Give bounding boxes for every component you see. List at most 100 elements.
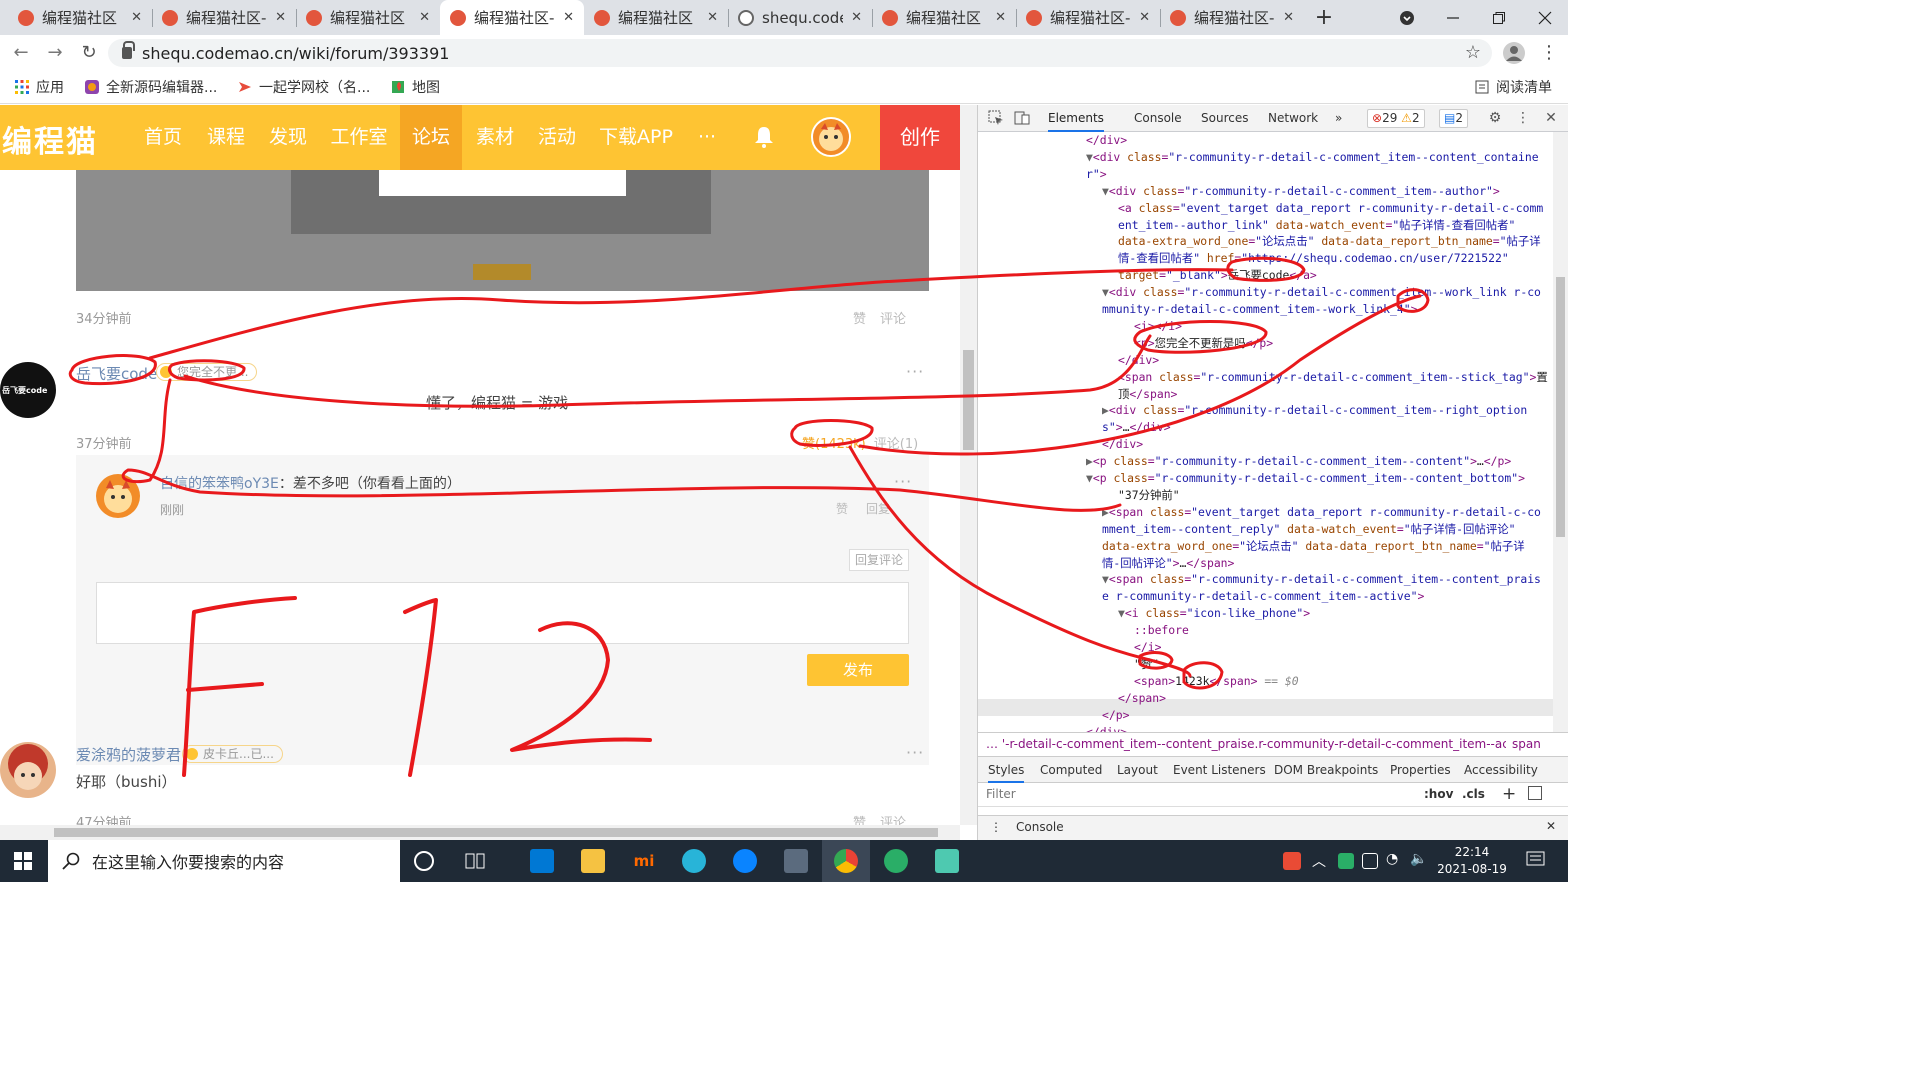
close-tab-icon[interactable]: ✕ — [707, 10, 718, 25]
nav-item[interactable]: 论坛 — [400, 105, 462, 170]
profile-avatar-icon[interactable] — [1503, 42, 1525, 64]
tab-search-icon[interactable] — [1384, 0, 1430, 35]
tray-expand-icon[interactable]: ︿ — [1312, 851, 1326, 871]
dom-node-line[interactable]: ::before — [1134, 622, 1189, 639]
close-tab-icon[interactable]: ✕ — [851, 10, 862, 25]
horizontal-scrollbar[interactable] — [0, 825, 960, 840]
filter-input[interactable]: Filter — [986, 787, 1016, 801]
more-options-icon[interactable]: ··· — [906, 743, 924, 762]
taskbar-search[interactable]: 在这里输入你要搜索的内容 — [48, 840, 400, 882]
reply-username[interactable]: 自信的笨笨鸭oY3E — [160, 476, 279, 492]
dom-node-line[interactable]: </div> — [1118, 352, 1159, 369]
minimize-icon[interactable] — [1430, 0, 1476, 35]
commenter-avatar[interactable]: 岳飞要code — [0, 362, 56, 418]
dom-node-line[interactable]: ▼<div class="r-community-r-detail-c-comm… — [1102, 284, 1541, 301]
dom-node-line[interactable]: ▶<span class="event_target data_report r… — [1102, 504, 1541, 521]
messages-counter[interactable]: ▤2 — [1439, 109, 1468, 128]
dom-node-line[interactable]: <span>1423k</span> == $0 — [1134, 673, 1299, 690]
user-avatar[interactable] — [811, 117, 851, 157]
bookmark-online-school[interactable]: 一起学网校（名... — [237, 77, 370, 97]
browser-tab[interactable]: 编程猫社区- ✕ — [1016, 0, 1160, 35]
like-button-active[interactable]: 赞(1423k) — [802, 433, 866, 452]
reload-icon[interactable]: ↻ — [78, 42, 100, 64]
close-drawer-icon[interactable]: ✕ — [1546, 819, 1556, 833]
dom-node-line[interactable]: "37分钟前" — [1118, 487, 1180, 504]
close-window-icon[interactable] — [1522, 0, 1568, 35]
styles-subtab[interactable]: Properties — [1390, 757, 1451, 783]
cortana-icon[interactable] — [414, 851, 434, 871]
scroll-thumb[interactable] — [963, 350, 974, 450]
dom-node-line[interactable]: mmunity-r-detail-c-comment_item--work_li… — [1102, 301, 1417, 318]
dom-node-line[interactable]: ▼<i class="icon-like_phone"> — [1118, 605, 1310, 622]
reply-reply-button[interactable]: 回复 — [866, 500, 890, 517]
close-tab-icon[interactable]: ✕ — [1283, 10, 1294, 25]
comment-username[interactable]: 爱涂鸦的菠萝君 — [76, 744, 181, 765]
nav-item[interactable]: 课程 — [203, 105, 249, 170]
browser-tab[interactable]: 编程猫社区- ✕ — [440, 0, 584, 35]
issues-counter[interactable]: ⊗29 ⚠2 — [1367, 109, 1425, 128]
chrome-icon[interactable] — [834, 849, 858, 873]
dom-node-line[interactable]: ▼<p class="r-community-r-detail-c-commen… — [1086, 470, 1525, 487]
dom-node-line[interactable]: s">…</div> — [1102, 419, 1171, 436]
close-devtools-icon[interactable]: ✕ — [1543, 110, 1559, 126]
browser-tab[interactable]: shequ.code ✕ — [728, 0, 872, 35]
dom-node-line[interactable]: <a class="event_target data_report r-com… — [1118, 200, 1543, 217]
dom-node-line[interactable]: ent_item--author_link" data-watch_event=… — [1118, 217, 1515, 234]
styles-subtab[interactable]: Event Listeners — [1173, 757, 1266, 783]
dom-node-line[interactable]: 情-查看回帖者" href="https://shequ.codemao.cn/… — [1118, 250, 1509, 267]
tray-app-icon[interactable] — [1283, 852, 1301, 870]
nav-item[interactable]: 首页 — [140, 105, 186, 170]
dom-node-line[interactable]: ▶<div class="r-community-r-detail-c-comm… — [1102, 402, 1527, 419]
styles-subtab[interactable]: Layout — [1117, 757, 1158, 783]
bell-icon[interactable] — [752, 125, 776, 149]
close-tab-icon[interactable]: ✕ — [419, 10, 430, 25]
reply-comment-button[interactable]: 回复评论 — [849, 549, 909, 571]
dom-node-line[interactable]: ▶<p class="r-community-r-detail-c-commen… — [1086, 453, 1511, 470]
media-player-icon[interactable] — [682, 849, 706, 873]
reply-more-icon[interactable]: ··· — [894, 472, 912, 491]
browser-tab[interactable]: 编程猫社区 ✕ — [296, 0, 440, 35]
reply-textarea[interactable] — [96, 582, 909, 644]
page-vertical-scrollbar[interactable] — [960, 105, 977, 825]
devtools-tab[interactable]: Network — [1268, 105, 1318, 132]
store-icon[interactable] — [530, 849, 554, 873]
styles-subtab[interactable]: DOM Breakpoints — [1274, 757, 1378, 783]
browser-tab[interactable]: 编程猫社区 ✕ — [872, 0, 1016, 35]
dom-node-line[interactable]: data-extra_word_one="论坛点击" data-data_rep… — [1118, 233, 1541, 250]
taskbar-clock[interactable]: 22:14 2021-08-19 — [1436, 844, 1508, 878]
dom-node-line[interactable]: 顶</span> — [1118, 386, 1177, 403]
dom-scrollbar[interactable] — [1553, 132, 1568, 732]
nav-item[interactable]: 发现 — [265, 105, 311, 170]
nav-item[interactable]: 活动 — [534, 105, 580, 170]
nav-item[interactable]: 素材 — [472, 105, 518, 170]
inspect-element-icon[interactable] — [988, 110, 1004, 126]
close-tab-icon[interactable]: ✕ — [1139, 10, 1150, 25]
like-button[interactable]: 赞 — [853, 308, 866, 327]
windows-start-icon[interactable] — [14, 852, 32, 874]
bookmark-apps[interactable]: 应用 — [14, 77, 64, 97]
devtools-menu-icon[interactable]: ⋮ — [1515, 110, 1531, 126]
dom-node-line[interactable]: ▼<div class="r-community-r-detail-c-comm… — [1102, 183, 1500, 200]
breadcrumb-current[interactable]: span — [1506, 733, 1547, 754]
bookmark-source-editor[interactable]: 全新源码编辑器... — [84, 77, 217, 97]
reading-list-button[interactable]: 阅读清单 — [1474, 77, 1552, 97]
dom-node-line[interactable]: data-extra_word_one="论坛点击" data-data_rep… — [1102, 538, 1525, 555]
replier-avatar[interactable] — [96, 474, 140, 518]
comment-button[interactable]: 评论 — [880, 308, 906, 327]
more-options-icon[interactable]: ··· — [906, 362, 924, 381]
devtools-tab[interactable]: Elements — [1048, 105, 1104, 132]
wechat-icon[interactable] — [884, 849, 908, 873]
breadcrumb-path[interactable]: … '-r-detail-c-comment_item--content_pra… — [986, 737, 1531, 751]
devtools-tab[interactable]: Sources — [1201, 105, 1248, 132]
restore-icon[interactable] — [1476, 0, 1522, 35]
dom-node-line[interactable]: <span class="r-community-r-detail-c-comm… — [1118, 369, 1548, 386]
browser-tab[interactable]: 编程猫社区 ✕ — [8, 0, 152, 35]
close-tab-icon[interactable]: ✕ — [563, 10, 574, 25]
scroll-thumb[interactable] — [1556, 277, 1565, 537]
forward-icon[interactable]: → — [44, 42, 66, 64]
task-view-icon[interactable] — [463, 849, 487, 873]
scroll-thumb[interactable] — [54, 828, 938, 837]
tray-wechat-icon[interactable] — [1338, 853, 1354, 869]
dom-node-line[interactable]: r"> — [1086, 166, 1107, 183]
dom-node-line[interactable]: </span> — [1118, 690, 1166, 707]
